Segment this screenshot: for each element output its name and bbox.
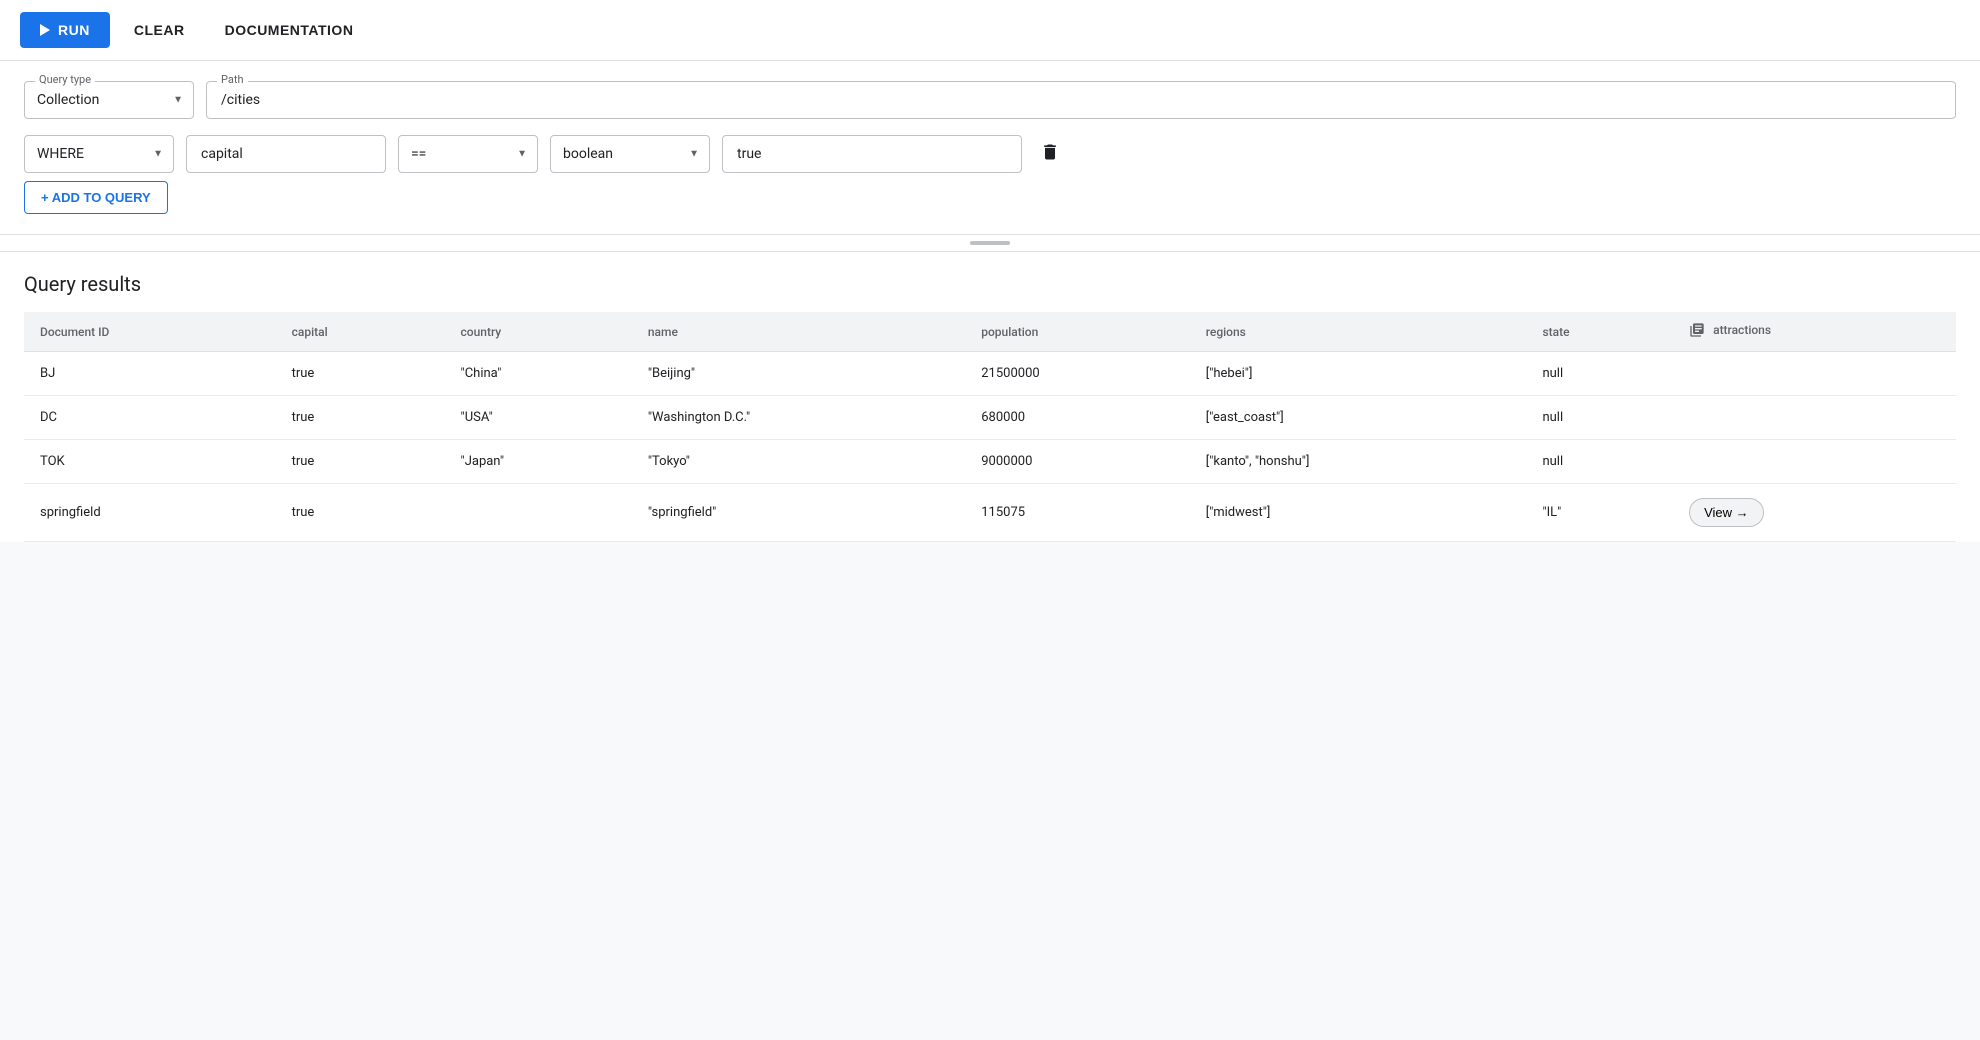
table-cell: 9000000 [965,440,1190,484]
table-cell: 21500000 [965,352,1190,396]
where-chevron-icon: ▼ [153,149,163,160]
run-label: RUN [58,22,90,38]
filter-value: true [737,146,761,162]
view-button[interactable]: View → [1689,498,1764,527]
play-icon [40,24,50,36]
resize-bar [0,235,1980,252]
col-regions: regions [1190,312,1527,352]
toolbar: RUN CLEAR DOCUMENTATION [0,0,1980,61]
docs-button[interactable]: DOCUMENTATION [209,12,370,48]
path-label: Path [217,73,248,86]
table-cell [445,484,632,542]
table-cell: "Beijing" [632,352,965,396]
type-value: boolean [563,146,613,162]
table-cell: true [276,484,445,542]
attractions-cell [1673,352,1956,396]
table-cell: 680000 [965,396,1190,440]
query-type-dropdown[interactable]: Query type Collection ▼ [24,81,194,119]
where-field-value: capital [201,146,243,162]
clear-button[interactable]: CLEAR [118,12,201,48]
run-button[interactable]: RUN [20,12,110,48]
path-field[interactable]: Path /cities [206,81,1956,119]
col-country: country [445,312,632,352]
table-cell: true [276,440,445,484]
query-type-value: Collection [37,92,99,108]
col-attractions: attractions [1673,312,1956,352]
table-cell: TOK [24,440,276,484]
where-row: WHERE ▼ capital == ▼ boolean ▼ true [24,135,1956,173]
query-type-row: Query type Collection ▼ Path /cities [24,81,1956,119]
type-chevron-icon: ▼ [689,149,699,160]
table-cell: null [1526,396,1673,440]
table-cell: "China" [445,352,632,396]
path-value: /cities [221,92,260,108]
query-builder: Query type Collection ▼ Path /cities WHE… [0,61,1980,235]
type-dropdown[interactable]: boolean ▼ [550,135,710,173]
table-row: TOKtrue"Japan""Tokyo"9000000["kanto", "h… [24,440,1956,484]
table-cell: ["east_coast"] [1190,396,1527,440]
results-title: Query results [24,272,1956,296]
table-header-row: Document ID capital country name populat… [24,312,1956,352]
delete-filter-button[interactable] [1034,136,1066,173]
table-cell: ["hebei"] [1190,352,1527,396]
filter-value-input[interactable]: true [722,135,1022,173]
table-row: DCtrue"USA""Washington D.C."680000["east… [24,396,1956,440]
table-cell: null [1526,440,1673,484]
where-dropdown[interactable]: WHERE ▼ [24,135,174,173]
table-cell: "Tokyo" [632,440,965,484]
table-row: BJtrue"China""Beijing"21500000["hebei"]n… [24,352,1956,396]
collection-icon [1689,322,1705,338]
table-cell: BJ [24,352,276,396]
table-cell: "IL" [1526,484,1673,542]
table-cell: "Japan" [445,440,632,484]
table-cell: "Washington D.C." [632,396,965,440]
col-document-id: Document ID [24,312,276,352]
operator-value: == [411,146,426,162]
table-row: springfieldtrue "springfield"115075["midw… [24,484,1956,542]
table-cell: true [276,396,445,440]
add-to-query-label: + ADD TO QUERY [41,190,151,205]
table-cell: ["kanto", "honshu"] [1190,440,1527,484]
col-state: state [1526,312,1673,352]
where-label: WHERE [37,146,84,162]
table-cell: "springfield" [632,484,965,542]
attractions-cell [1673,396,1956,440]
table-cell: "USA" [445,396,632,440]
chevron-down-icon: ▼ [173,95,183,106]
query-type-label: Query type [35,73,95,86]
table-cell: true [276,352,445,396]
col-name: name [632,312,965,352]
operator-chevron-icon: ▼ [517,149,527,160]
add-to-query-button[interactable]: + ADD TO QUERY [24,181,168,214]
where-field-input[interactable]: capital [186,135,386,173]
trash-icon [1040,142,1060,162]
table-cell: DC [24,396,276,440]
col-capital: capital [276,312,445,352]
results-table: Document ID capital country name populat… [24,312,1956,542]
table-cell: springfield [24,484,276,542]
attractions-cell [1673,440,1956,484]
resize-handle[interactable] [970,241,1010,245]
table-cell: 115075 [965,484,1190,542]
attractions-cell: View → [1673,484,1956,542]
operator-dropdown[interactable]: == ▼ [398,135,538,173]
col-population: population [965,312,1190,352]
results-section: Query results Document ID capital countr… [0,252,1980,542]
table-cell: null [1526,352,1673,396]
table-cell: ["midwest"] [1190,484,1527,542]
